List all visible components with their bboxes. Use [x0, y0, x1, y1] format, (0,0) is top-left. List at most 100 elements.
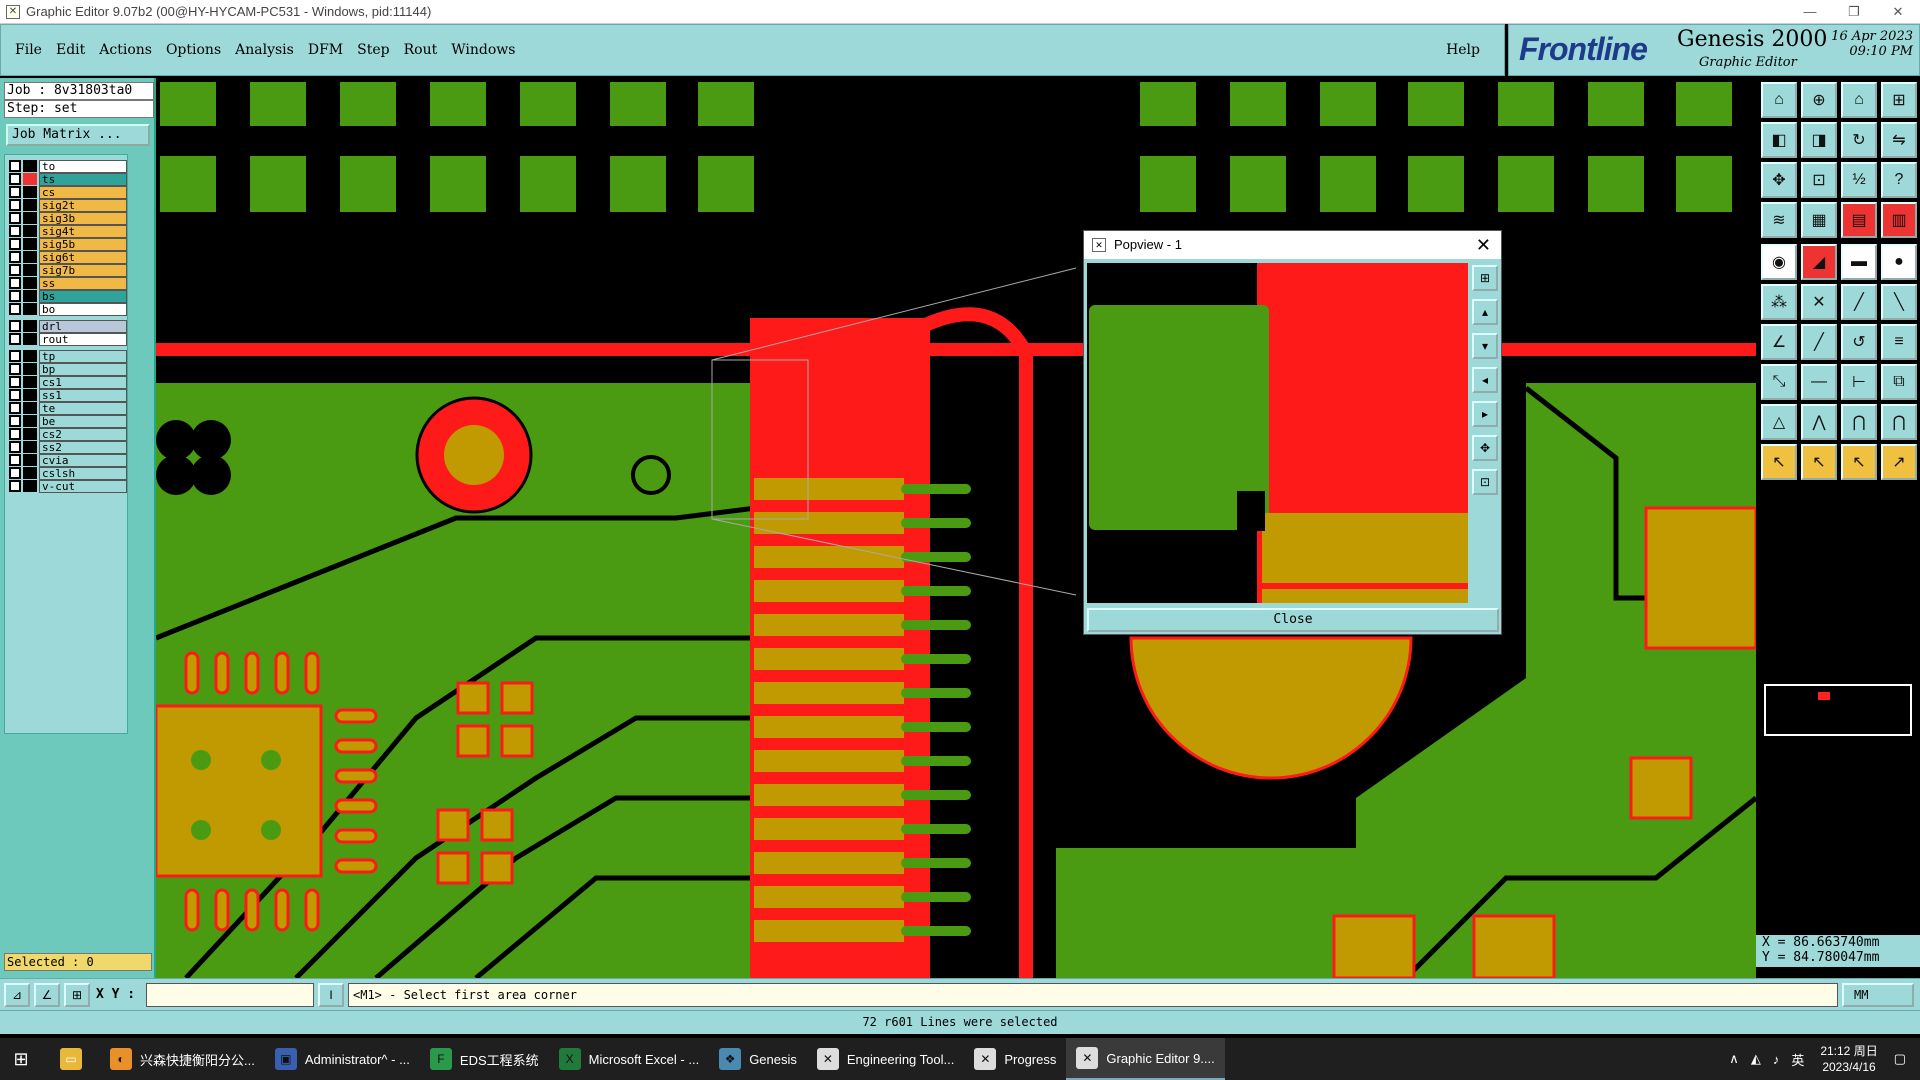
start-button[interactable]: ⊞ [0, 1038, 50, 1080]
minus-icon[interactable]: — [1801, 364, 1837, 400]
mirror-icon[interactable]: ⇋ [1881, 122, 1917, 158]
layer-row[interactable]: cs1 [9, 375, 127, 389]
layer-name[interactable]: rout [39, 332, 127, 346]
layer-name[interactable]: sig2t [39, 198, 127, 212]
cross-icon[interactable]: ✕ [1801, 284, 1837, 320]
layer-checkbox[interactable] [9, 238, 21, 250]
restore-icon[interactable]: ❐ [1832, 4, 1876, 20]
layer-checkbox[interactable] [9, 467, 21, 479]
menu-windows[interactable]: Windows [451, 42, 515, 58]
layer-row[interactable]: bp [9, 362, 127, 376]
help-icon[interactable]: ? [1881, 162, 1917, 198]
layer-name[interactable]: ts [39, 172, 127, 186]
layer-row[interactable]: cs2 [9, 427, 127, 441]
graphic-canvas[interactable] [156, 78, 1756, 978]
layer-checkbox[interactable] [9, 428, 21, 440]
popview-center-icon[interactable]: ⊡ [1472, 469, 1498, 495]
line-edit-icon[interactable]: ╲ [1881, 284, 1917, 320]
layer-checkbox[interactable] [9, 441, 21, 453]
taskbar-item[interactable]: ◐ 兴森快捷衡阳分公... [100, 1038, 265, 1080]
chevron-up-icon[interactable]: ∧ [1729, 1051, 1739, 1067]
rotate-icon[interactable]: ↻ [1841, 122, 1877, 158]
layer-checkbox[interactable] [9, 186, 21, 198]
pad-select-icon[interactable]: ◉ [1761, 244, 1797, 280]
minimize-icon[interactable]: — [1788, 4, 1832, 20]
overview-map[interactable] [1764, 684, 1912, 736]
zoom-area-icon[interactable]: ⊡ [1801, 162, 1837, 198]
layer-checkbox[interactable] [9, 173, 21, 185]
shape-alt-icon[interactable]: ⋂ [1881, 404, 1917, 440]
layer-row[interactable]: sig7b [9, 263, 127, 277]
zoom-fit-icon[interactable]: ✥ [1761, 162, 1797, 198]
home-icon[interactable]: ⌂ [1841, 82, 1877, 118]
line-add-icon[interactable]: ╱ [1841, 284, 1877, 320]
layer-name[interactable]: bs [39, 289, 127, 303]
close-icon[interactable]: ✕ [1476, 231, 1491, 259]
align-icon[interactable]: ≡ [1881, 324, 1917, 360]
file-explorer-button[interactable]: ▭ [50, 1038, 100, 1080]
measure-icon[interactable]: ≋ [1761, 202, 1797, 238]
layer-checkbox[interactable] [9, 212, 21, 224]
menu-actions[interactable]: Actions [99, 42, 152, 58]
layer-row[interactable]: to [9, 159, 127, 173]
taskbar-item[interactable]: ✕ Progress [964, 1038, 1066, 1080]
layer-row[interactable]: ts [9, 172, 127, 186]
snap-icon[interactable]: ⊿ [4, 983, 30, 1007]
menu-analysis[interactable]: Analysis [235, 42, 294, 58]
layer-row[interactable]: sig4t [9, 224, 127, 238]
layer-name[interactable]: te [39, 401, 127, 415]
menu-edit[interactable]: Edit [56, 42, 85, 58]
layer-row[interactable]: te [9, 401, 127, 415]
layer-checkbox[interactable] [9, 454, 21, 466]
layer-row[interactable]: sig3b [9, 211, 127, 225]
shape-icon[interactable]: ⋂ [1841, 404, 1877, 440]
copy-icon[interactable]: ⧉ [1881, 364, 1917, 400]
pointer-move-icon[interactable]: ↖ [1841, 444, 1877, 480]
layer-row[interactable]: tp [9, 349, 127, 363]
layer-row[interactable]: bo [9, 302, 127, 316]
layer-checkbox[interactable] [9, 290, 21, 302]
grid-snap-icon[interactable]: ⊞ [64, 983, 90, 1007]
pointer-icon[interactable]: ↖ [1761, 444, 1797, 480]
taskbar-item[interactable]: ❖ Genesis [709, 1038, 807, 1080]
notification-icon[interactable]: ▢ [1894, 1051, 1906, 1067]
taskbar-item[interactable]: ✕ Graphic Editor 9.... [1066, 1038, 1225, 1080]
move-icon[interactable]: ⤡ [1761, 364, 1797, 400]
layer-checkbox[interactable] [9, 199, 21, 211]
layer-name[interactable]: to [39, 159, 127, 173]
layer-row[interactable]: ss [9, 276, 127, 290]
menu-options[interactable]: Options [166, 42, 221, 58]
layer-checkbox[interactable] [9, 160, 21, 172]
layer-name[interactable]: cs1 [39, 375, 127, 389]
popview-close-button[interactable]: Close [1087, 608, 1499, 632]
dot-icon[interactable]: ● [1881, 244, 1917, 280]
layer-row[interactable]: sig2t [9, 198, 127, 212]
layer-checkbox[interactable] [9, 350, 21, 362]
layer-name[interactable]: ss2 [39, 440, 127, 454]
layer-checkbox[interactable] [9, 480, 21, 492]
layer-name[interactable]: cvia [39, 453, 127, 467]
layer-name[interactable]: sig5b [39, 237, 127, 251]
cursor-mode-icon[interactable]: I [318, 983, 344, 1007]
pointer-select-icon[interactable]: ↖ [1801, 444, 1837, 480]
popview-up-icon[interactable]: ▴ [1472, 299, 1498, 325]
layer-checkbox[interactable] [9, 303, 21, 315]
layer-name[interactable]: sig3b [39, 211, 127, 225]
layer-name[interactable]: sig6t [39, 250, 127, 264]
layer-row[interactable]: rout [9, 332, 127, 346]
layer-checkbox[interactable] [9, 363, 21, 375]
layer-row[interactable]: ss1 [9, 388, 127, 402]
layers-icon[interactable]: ▤ [1841, 202, 1877, 238]
triangle-icon[interactable]: △ [1761, 404, 1797, 440]
popview-zoom-icon[interactable]: ⊞ [1472, 265, 1498, 291]
zoom-home-icon[interactable]: ⌂ [1761, 82, 1797, 118]
menu-file[interactable]: File [15, 42, 42, 58]
popview-right-icon[interactable]: ▸ [1472, 401, 1498, 427]
popview-canvas[interactable] [1087, 263, 1468, 603]
layer-row[interactable]: sig5b [9, 237, 127, 251]
layer-name[interactable]: sig4t [39, 224, 127, 238]
job-matrix-button[interactable]: Job Matrix ... [6, 124, 150, 146]
pan-left-icon[interactable]: ◧ [1761, 122, 1797, 158]
layer-name[interactable]: sig7b [39, 263, 127, 277]
taskbar-item[interactable]: ▣ Administrator^ - ... [265, 1038, 420, 1080]
